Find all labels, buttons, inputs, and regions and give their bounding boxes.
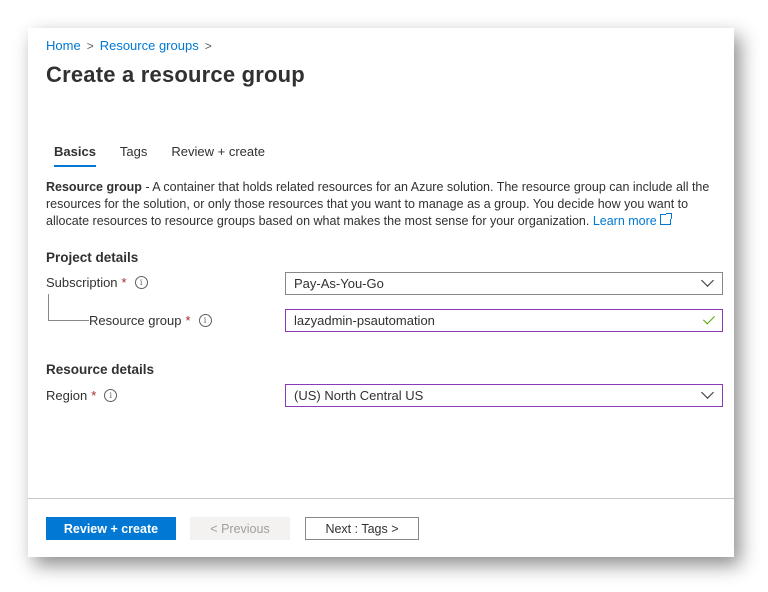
region-dropdown[interactable]: (US) North Central US (285, 384, 723, 407)
tab-tags[interactable]: Tags (120, 144, 147, 167)
external-link-icon (659, 213, 672, 225)
chevron-down-icon (701, 386, 714, 399)
resource-group-label: Resource group * i (89, 313, 212, 328)
learn-more-link[interactable]: Learn more (592, 213, 672, 228)
resource-group-label-text: Resource group (89, 313, 182, 328)
info-icon[interactable]: i (134, 276, 148, 289)
previous-button[interactable]: < Previous (190, 517, 290, 540)
checkmark-icon (702, 312, 716, 325)
required-indicator: * (91, 388, 97, 403)
subscription-label-text: Subscription (46, 275, 118, 290)
breadcrumb-separator: > (86, 38, 94, 53)
breadcrumb-home[interactable]: Home (46, 38, 81, 53)
region-label-text: Region (46, 388, 88, 403)
page-title: Create a resource group (46, 62, 305, 87)
tab-basics[interactable]: Basics (54, 144, 96, 167)
info-icon[interactable]: i (104, 389, 118, 402)
region-value: (US) North Central US (294, 388, 424, 403)
region-label: Region * i (46, 388, 118, 403)
review-create-button[interactable]: Review + create (46, 517, 176, 540)
resource-group-value: lazyadmin-psautomation (294, 313, 435, 328)
subscription-dropdown[interactable]: Pay-As-You-Go (285, 272, 723, 295)
project-details-heading: Project details (46, 250, 139, 265)
required-indicator: * (121, 275, 127, 290)
learn-more-label: Learn more (592, 214, 657, 228)
tab-review-create[interactable]: Review + create (171, 144, 265, 167)
resource-group-description: Resource group - A container that holds … (46, 179, 714, 230)
footer-action-bar: Review + create < Previous Next : Tags > (28, 498, 734, 558)
chevron-down-icon (701, 274, 714, 287)
tree-connector (48, 294, 89, 321)
info-icon[interactable]: i (198, 314, 212, 327)
breadcrumb-resource-groups[interactable]: Resource groups (100, 38, 199, 53)
breadcrumb-separator: > (204, 38, 212, 53)
tab-bar: Basics Tags Review + create (54, 144, 289, 167)
breadcrumb: Home > Resource groups > (46, 38, 218, 53)
resource-details-heading: Resource details (46, 362, 155, 377)
subscription-label: Subscription * i (46, 275, 148, 290)
next-tags-button[interactable]: Next : Tags > (305, 517, 419, 540)
description-term: Resource group (46, 180, 142, 194)
resource-group-input[interactable]: lazyadmin-psautomation (285, 309, 723, 332)
subscription-value: Pay-As-You-Go (294, 276, 384, 291)
create-resource-group-panel: Home > Resource groups > Create a resour… (28, 28, 734, 557)
required-indicator: * (185, 313, 191, 328)
